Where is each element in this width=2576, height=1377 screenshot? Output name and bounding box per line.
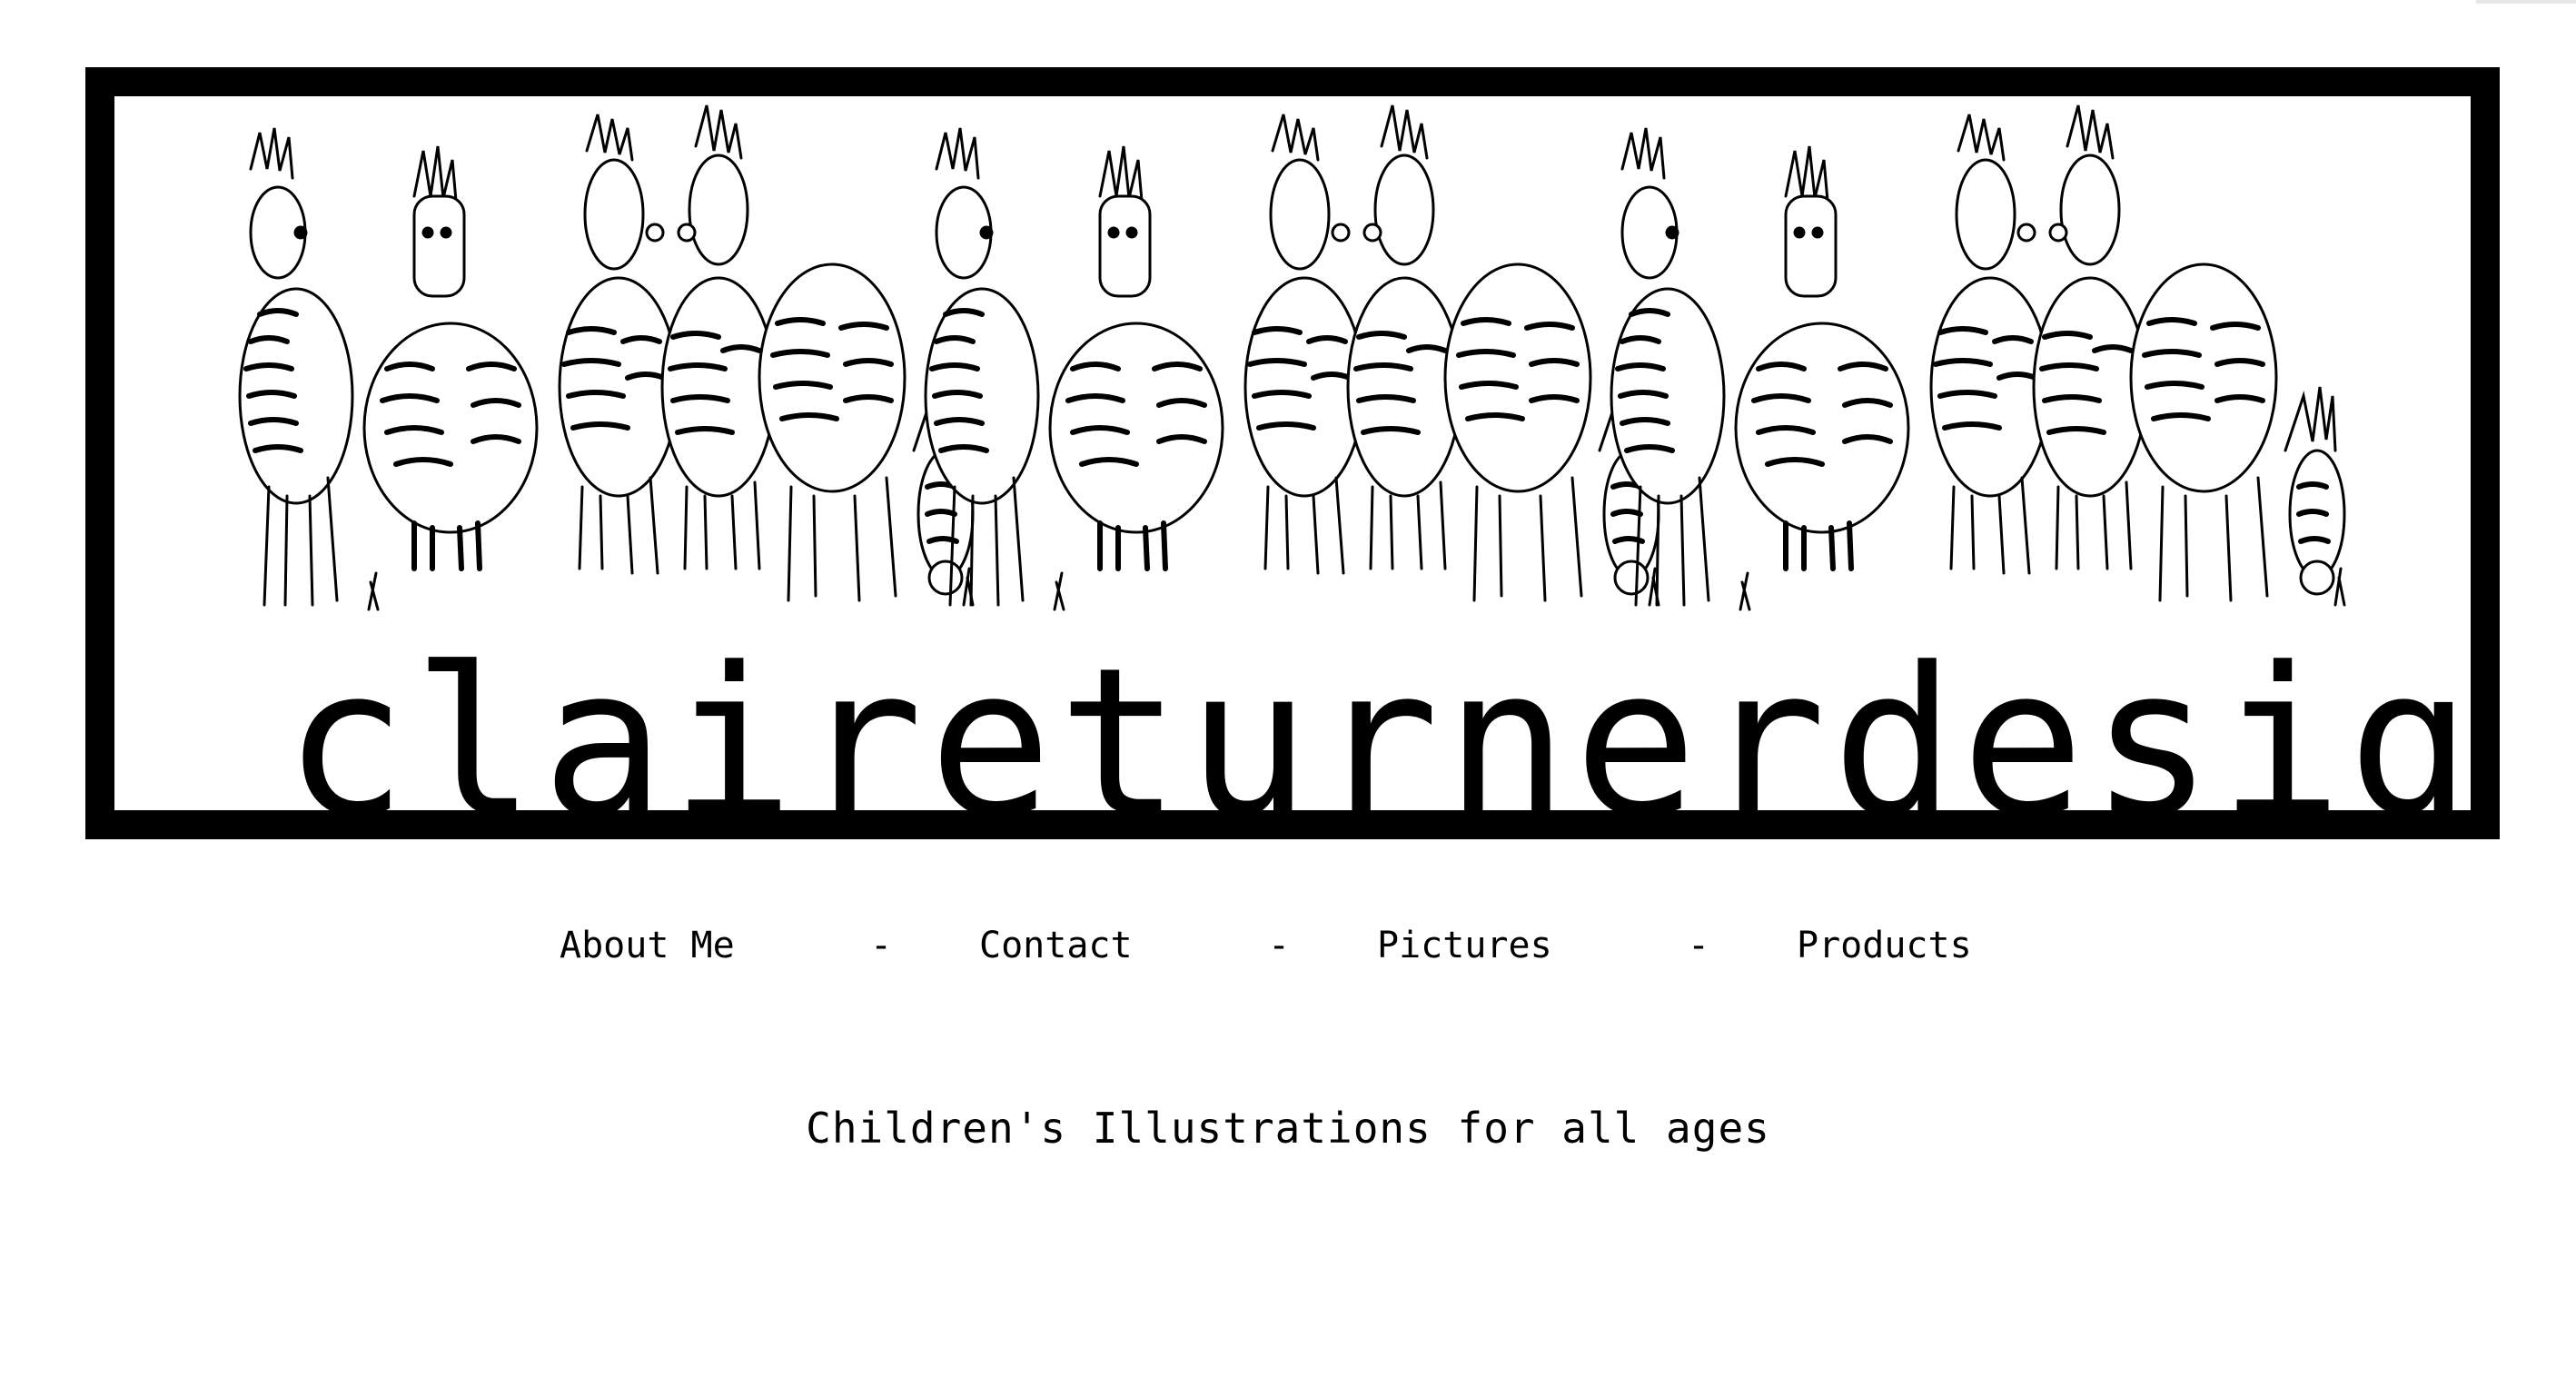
site-wordmark: claireturnerdesign — [283, 624, 2500, 839]
nav-pictures[interactable]: Pictures — [1377, 923, 1552, 968]
nav-separator: - — [1268, 925, 1291, 966]
nav-separator: - — [870, 925, 893, 966]
header-banner: claireturnerdesign — [85, 67, 2500, 839]
nav-separator: - — [1688, 925, 1710, 966]
zebra-herd-illustration — [114, 96, 2471, 678]
main-navigation: About Me - Contact - Pictures - Products — [0, 923, 2576, 968]
top-right-scroll-mark — [2476, 0, 2576, 4]
page-tagline: Children's Illustrations for all ages — [806, 1104, 1770, 1153]
nav-products[interactable]: Products — [1797, 923, 1972, 968]
nav-about-me[interactable]: About Me — [560, 923, 735, 968]
nav-contact[interactable]: Contact — [979, 923, 1133, 968]
